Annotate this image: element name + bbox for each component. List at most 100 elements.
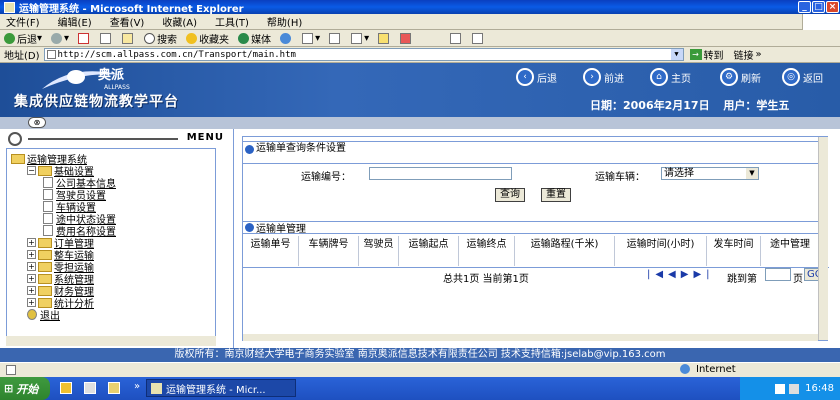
- table-header-row: 运输单号 车辆牌号 驾驶员 运输起点 运输终点 运输路程(千米) 运输时间(小时…: [243, 236, 829, 268]
- collapse-icon[interactable]: −: [27, 166, 36, 175]
- menu-header-line: [28, 138, 178, 140]
- order-no-label: 运输编号：: [301, 172, 351, 183]
- links-chevron-icon[interactable]: »: [756, 49, 762, 60]
- menu-horizontal-scrollbar[interactable]: [6, 336, 216, 346]
- refresh-icon: [100, 32, 112, 44]
- tray-network-icon[interactable]: [775, 383, 786, 394]
- collapse-menu-button[interactable]: ⊗: [28, 117, 46, 128]
- col-destination: 运输终点: [459, 236, 515, 266]
- folder-icon: [38, 261, 52, 272]
- minimize-button[interactable]: _: [798, 1, 811, 13]
- vehicle-select[interactable]: 请选择 ▼: [661, 167, 759, 180]
- favorites-button[interactable]: 收藏夹: [186, 31, 229, 46]
- query-section-header: 运输单查询条件设置: [243, 141, 827, 164]
- page-icon: [46, 50, 56, 59]
- back-button[interactable]: 后退 ▾: [4, 31, 42, 46]
- expand-icon[interactable]: +: [27, 262, 36, 271]
- reset-button[interactable]: 重置: [541, 188, 571, 202]
- extra-button[interactable]: [472, 32, 485, 44]
- clock: 16:48: [805, 383, 834, 394]
- vehicle-label: 运输车辆：: [595, 172, 645, 183]
- folder-icon: [11, 153, 25, 164]
- site-banner: 奥派 ALLPASS 集成供应链物流教学平台 ‹ 后退 › 前进 ⌂ 主页 ⚙ 刷新 ◎…: [0, 63, 840, 117]
- expand-icon[interactable]: +: [27, 250, 36, 259]
- forward-button[interactable]: ▾: [51, 32, 69, 44]
- col-order-no: 运输单号: [243, 236, 299, 266]
- stop-button[interactable]: [78, 32, 91, 44]
- home-icon: [122, 32, 134, 44]
- expand-icon[interactable]: +: [27, 286, 36, 295]
- menu-tools[interactable]: 工具(T): [215, 14, 249, 29]
- nav-back-button[interactable]: ‹ 后退: [516, 68, 557, 86]
- edit-icon: [351, 32, 363, 44]
- folder-icon: [38, 249, 52, 260]
- quicklaunch-chevron-icon[interactable]: »: [134, 381, 140, 392]
- quicklaunch-desktop-icon[interactable]: [84, 382, 96, 394]
- print-button[interactable]: [329, 32, 342, 44]
- menu-file[interactable]: 文件(F): [6, 14, 40, 29]
- quicklaunch-ie-icon[interactable]: [60, 382, 72, 394]
- taskbar-ie-window[interactable]: 运输管理系统 - Micr...: [146, 379, 296, 397]
- forward-icon: ›: [583, 68, 601, 86]
- research-button[interactable]: [450, 32, 463, 44]
- menu-view[interactable]: 查看(V): [110, 14, 145, 29]
- media-button[interactable]: 媒体: [238, 31, 271, 46]
- expand-icon[interactable]: +: [27, 274, 36, 283]
- content-horizontal-scrollbar[interactable]: [243, 334, 818, 341]
- links-button[interactable]: 链接: [734, 47, 754, 62]
- go-button[interactable]: → 转到: [689, 47, 724, 62]
- nav-refresh-button[interactable]: ⚙ 刷新: [720, 68, 761, 86]
- address-input[interactable]: http://scm.allpass.com.cn/Transport/main…: [43, 48, 684, 61]
- menu-edit[interactable]: 编辑(E): [58, 14, 92, 29]
- col-plate: 车辆牌号: [299, 236, 359, 266]
- jump-page-input[interactable]: [765, 268, 791, 281]
- exit-icon: [27, 309, 37, 320]
- close-window-button[interactable]: ×: [826, 1, 839, 13]
- home-button[interactable]: [122, 32, 135, 44]
- menu-header: MENU: [6, 131, 228, 147]
- date-user-bar: 日期：2006年2月17日 用户：学生五: [590, 99, 790, 112]
- address-dropdown-icon[interactable]: ▼: [670, 49, 683, 60]
- expand-icon[interactable]: +: [27, 238, 36, 247]
- menu-favorites[interactable]: 收藏(A): [162, 14, 197, 29]
- expand-icon[interactable]: +: [27, 298, 36, 307]
- tray-volume-icon[interactable]: [789, 383, 800, 394]
- nav-forward-button[interactable]: › 前进: [583, 68, 624, 86]
- platform-title: 集成供应链物流教学平台: [14, 94, 179, 110]
- windows-logo-icon: [802, 14, 840, 30]
- search-icon: [144, 32, 156, 44]
- quicklaunch-app-icon[interactable]: [108, 382, 120, 394]
- search-button[interactable]: 搜索: [144, 31, 177, 46]
- mail-button[interactable]: ▾: [302, 32, 320, 44]
- pager-summary: 总共1页 当前第1页: [443, 274, 529, 285]
- menu-help[interactable]: 帮助(H): [267, 14, 302, 29]
- current-date: 2006年2月17日: [623, 99, 710, 112]
- current-user: 学生五: [756, 99, 790, 112]
- start-button[interactable]: ⊞ 开始: [0, 377, 50, 400]
- print-icon: [329, 32, 341, 44]
- order-no-input[interactable]: [369, 167, 512, 180]
- logo-text: 奥派: [98, 67, 125, 83]
- menu-item-label: 退出: [40, 311, 60, 322]
- ie-task-icon: [151, 382, 162, 394]
- folder-icon: [38, 285, 52, 296]
- page-unit-label: 页: [793, 274, 803, 285]
- menu-title: MENU: [186, 132, 224, 143]
- pager-nav-icons[interactable]: |◀◀▶▶|: [647, 269, 715, 280]
- nav-return-button[interactable]: ◎ 返回: [782, 68, 823, 86]
- nav-home-button[interactable]: ⌂ 主页: [650, 68, 691, 86]
- search-query-button[interactable]: 查询: [495, 188, 525, 202]
- edit-button[interactable]: ▾: [351, 32, 369, 44]
- col-transit-mgmt: 途中管理: [770, 239, 810, 250]
- messenger-button[interactable]: [400, 32, 413, 44]
- col-distance: 运输路程(千米): [515, 236, 615, 266]
- star-icon: [186, 32, 198, 44]
- refresh-button[interactable]: [100, 32, 113, 44]
- research-icon: [450, 32, 462, 44]
- discuss-button[interactable]: [378, 32, 391, 44]
- manage-section-header: 运输单管理: [243, 221, 827, 235]
- history-button[interactable]: [280, 32, 293, 44]
- menu-item[interactable]: 退出: [27, 307, 60, 322]
- content-vertical-scrollbar[interactable]: [818, 137, 828, 340]
- maximize-button[interactable]: □: [812, 1, 825, 13]
